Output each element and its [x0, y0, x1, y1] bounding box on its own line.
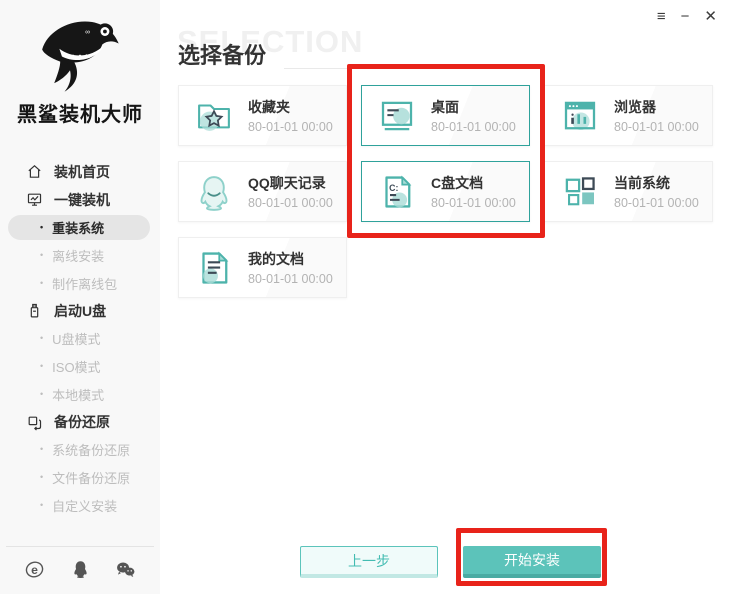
sidebar-item-label: 重装系统: [52, 220, 105, 236]
current-system-icon: [559, 171, 601, 213]
card-timestamp: 80-01-01 00:00: [248, 196, 333, 210]
sidebar-item-9[interactable]: 备份还原: [0, 408, 160, 436]
bullet-icon: •: [40, 221, 44, 232]
svg-text:e: e: [31, 563, 38, 577]
card-title: 当前系统: [614, 175, 670, 191]
card-title: 收藏夹: [248, 99, 290, 115]
card-title: 浏览器: [614, 99, 656, 115]
sidebar-item-label: U盘模式: [52, 332, 101, 348]
bullet-icon: •: [40, 360, 44, 371]
browser-icon: [559, 95, 601, 137]
card-text: QQ聊天记录 80-01-01 00:00: [248, 173, 333, 210]
card-text: 浏览器 80-01-01 00:00: [614, 97, 699, 134]
shark-logo-icon: ∞: [42, 21, 119, 92]
backup-card-3[interactable]: QQ聊天记录 80-01-01 00:00: [178, 161, 347, 222]
bullet-icon: •: [40, 499, 44, 510]
sidebar-item-label: 离线安装: [52, 248, 105, 264]
wechat-icon[interactable]: [115, 559, 136, 580]
brand: ∞ 黑鲨装机大师: [0, 10, 160, 127]
sidebar-item-8[interactable]: • 本地模式: [0, 380, 160, 408]
bullet-icon: •: [40, 333, 44, 344]
title-underline: [284, 68, 539, 69]
card-text: 桌面 80-01-01 00:00: [431, 97, 516, 134]
sidebar-item-1[interactable]: 一键装机: [0, 186, 160, 214]
sidebar-item-11[interactable]: • 文件备份还原: [0, 464, 160, 492]
sidebar-item-4[interactable]: • 制作离线包: [0, 269, 160, 297]
sidebar-item-6[interactable]: • U盘模式: [0, 325, 160, 353]
minimize-icon[interactable]: −: [681, 9, 690, 24]
sidebar-item-label: 自定义安装: [52, 498, 118, 514]
card-text: C盘文档 80-01-01 00:00: [431, 173, 516, 210]
usb-icon: [26, 302, 43, 319]
footer-icons: e: [0, 559, 160, 594]
bullet-icon: •: [40, 472, 44, 483]
sidebar-menu: 装机首页 一键装机 • 重装系统 • 离线安装 • 制作离线包 启动U盘 • U盘模式 • ISO模式 •…: [0, 158, 160, 519]
window-controls: ≡ − ✕: [657, 9, 717, 24]
card-timestamp: 80-01-01 00:00: [431, 120, 516, 134]
start-install-button[interactable]: 开始安装: [463, 546, 601, 578]
sidebar-item-5[interactable]: 启动U盘: [0, 297, 160, 325]
bullet-icon: •: [40, 388, 44, 399]
sidebar-item-label: 装机首页: [54, 163, 110, 180]
bullet-icon: •: [40, 444, 44, 455]
card-text: 当前系统 80-01-01 00:00: [614, 173, 699, 210]
footer-divider: [6, 546, 154, 547]
qq-icon[interactable]: [70, 559, 91, 580]
sidebar-item-label: 一键装机: [54, 191, 110, 208]
card-title: C盘文档: [431, 175, 484, 191]
my-documents-icon: [193, 247, 235, 289]
backup-card-1-selected[interactable]: 桌面 80-01-01 00:00: [361, 85, 530, 146]
backup-cards-grid: 收藏夹 80-01-01 00:00 桌面 80-01-01 00:00 浏览器 80-0…: [178, 85, 713, 298]
sidebar-item-label: 系统备份还原: [52, 443, 131, 459]
sidebar-item-label: 制作离线包: [52, 276, 118, 292]
sidebar-item-0[interactable]: 装机首页: [0, 158, 160, 186]
sidebar-item-label: 文件备份还原: [52, 471, 131, 487]
sidebar-item-label: 启动U盘: [54, 302, 107, 319]
backup-card-6[interactable]: 我的文档 80-01-01 00:00: [178, 237, 347, 298]
close-icon[interactable]: ✕: [704, 9, 717, 24]
sidebar-item-12[interactable]: • 自定义安装: [0, 492, 160, 520]
restore-icon: [26, 414, 43, 431]
sidebar-item-2-active[interactable]: • 重装系统: [8, 214, 150, 241]
main-content: ≡ − ✕ SELECTION 选择备份 收藏夹 80-01-01 00:00 桌面 80…: [160, 0, 733, 594]
card-timestamp: 80-01-01 00:00: [248, 272, 333, 286]
desktop-icon: [376, 95, 418, 137]
sidebar-footer: e: [0, 546, 160, 594]
card-title: 桌面: [431, 99, 459, 115]
sidebar-item-7[interactable]: • ISO模式: [0, 353, 160, 381]
sidebar-item-label: 备份还原: [54, 414, 110, 431]
prev-step-button[interactable]: 上一步: [300, 546, 438, 578]
card-title: QQ聊天记录: [248, 175, 326, 191]
svg-text:∞: ∞: [85, 29, 90, 36]
card-title: 我的文档: [248, 251, 304, 267]
sidebar-item-10[interactable]: • 系统备份还原: [0, 436, 160, 464]
card-timestamp: 80-01-01 00:00: [614, 196, 699, 210]
bullet-icon: •: [40, 249, 44, 260]
sidebar-item-label: 本地模式: [52, 387, 105, 403]
backup-card-5[interactable]: 当前系统 80-01-01 00:00: [544, 161, 713, 222]
card-text: 收藏夹 80-01-01 00:00: [248, 97, 333, 134]
card-timestamp: 80-01-01 00:00: [614, 120, 699, 134]
card-timestamp: 80-01-01 00:00: [248, 120, 333, 134]
sidebar-item-3[interactable]: • 离线安装: [0, 241, 160, 269]
c-drive-doc-icon: C:: [376, 171, 418, 213]
svg-text:C:: C:: [389, 183, 398, 193]
home-icon: [26, 163, 43, 180]
backup-card-0[interactable]: 收藏夹 80-01-01 00:00: [178, 85, 347, 146]
qq-chat-icon: [193, 171, 235, 213]
sidebar: ∞ 黑鲨装机大师 装机首页一键装机 • 重装系统 • 离线安装 • 制作离线包启动U盘 • U盘…: [0, 0, 160, 594]
card-timestamp: 80-01-01 00:00: [431, 196, 516, 210]
card-text: 我的文档 80-01-01 00:00: [248, 249, 333, 286]
sidebar-item-label: ISO模式: [52, 359, 101, 375]
backup-card-4-selected[interactable]: C: C盘文档 80-01-01 00:00: [361, 161, 530, 222]
page-title: 选择备份: [178, 43, 267, 68]
bullet-icon: •: [40, 277, 44, 288]
monitor-icon: [26, 191, 43, 208]
brand-name: 黑鲨装机大师: [17, 104, 143, 126]
ie-icon[interactable]: e: [24, 559, 45, 580]
backup-card-2[interactable]: 浏览器 80-01-01 00:00: [544, 85, 713, 146]
menu-icon[interactable]: ≡: [657, 9, 666, 24]
favorites-folder-icon: [193, 95, 235, 137]
app-window: ∞ 黑鲨装机大师 装机首页一键装机 • 重装系统 • 离线安装 • 制作离线包启动U盘 • U盘…: [0, 0, 733, 594]
